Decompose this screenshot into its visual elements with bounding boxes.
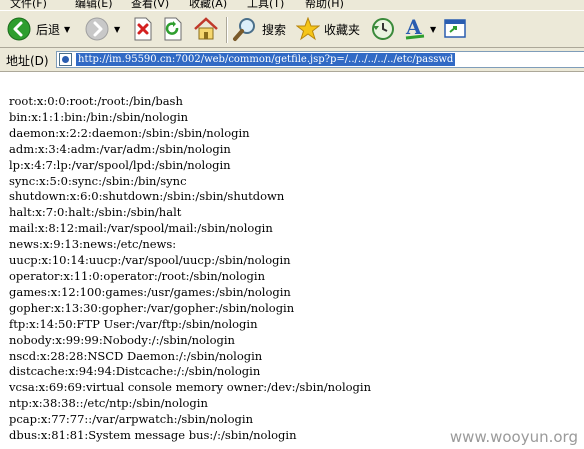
- file-line: nscd:x:28:28:NSCD Daemon:/:/sbin/nologin: [9, 348, 263, 363]
- file-line: uucp:x:10:14:uucp:/var/spool/uucp:/sbin/…: [9, 253, 291, 268]
- back-button[interactable]: 后退 ▼: [6, 15, 70, 43]
- file-line: news:x:9:13:news:/etc/news:: [9, 237, 177, 252]
- address-label: 地址(D): [6, 54, 49, 68]
- toolbar-separator: [226, 17, 227, 43]
- forward-button[interactable]: ▼: [84, 15, 120, 43]
- star-icon: [296, 17, 320, 41]
- search-button[interactable]: 搜索: [232, 15, 286, 43]
- mail-icon: A: [405, 16, 425, 40]
- address-bar: 地址(D) http://im.95590.cn:7002/web/common…: [0, 48, 584, 72]
- toolbar: 后退 ▼ ▼ 搜索 收藏夹 A ▼: [0, 10, 584, 48]
- stop-icon: [134, 17, 152, 41]
- fullscreen-button[interactable]: [443, 15, 467, 43]
- file-line: pcap:x:77:77::/var/arpwatch:/sbin/nologi…: [9, 412, 253, 427]
- address-url: http://im.95590.cn:7002/web/common/getfi…: [76, 53, 456, 66]
- back-dropdown-icon[interactable]: ▼: [64, 25, 70, 34]
- favorites-button[interactable]: 收藏夹: [296, 15, 360, 43]
- file-line: mail:x:8:12:mail:/var/spool/mail:/sbin/n…: [9, 221, 273, 236]
- menu-file[interactable]: 文件(F): [10, 0, 47, 10]
- search-label: 搜索: [262, 22, 287, 37]
- menu-bar: 文件(F) 编辑(E) 查看(V) 收藏(A) 工具(T) 帮助(H): [0, 0, 584, 10]
- menu-edit[interactable]: 编辑(E): [75, 0, 113, 10]
- address-input[interactable]: http://im.95590.cn:7002/web/common/getfi…: [56, 51, 584, 68]
- home-button[interactable]: [193, 15, 219, 43]
- page-icon: [59, 53, 72, 66]
- menu-help[interactable]: 帮助(H): [305, 0, 344, 10]
- back-arrow-icon: [7, 17, 31, 41]
- file-line: ftp:x:14:50:FTP User:/var/ftp:/sbin/nolo…: [9, 316, 258, 331]
- stop-button[interactable]: [132, 15, 154, 43]
- page-content: root:x:0:0:root:/root:/bin/bash bin:x:1:1…: [0, 72, 584, 449]
- file-line: shutdown:x:6:0:shutdown:/sbin:/sbin/shut…: [9, 189, 285, 204]
- history-icon: [372, 18, 394, 40]
- file-line: lp:x:4:7:lp:/var/spool/lpd:/sbin/nologin: [9, 157, 231, 172]
- forward-arrow-icon: [85, 17, 109, 41]
- file-line: halt:x:7:0:halt:/sbin:/sbin/halt: [9, 205, 182, 220]
- file-line: gopher:x:13:30:gopher:/var/gopher:/sbin/…: [9, 300, 295, 315]
- file-line: daemon:x:2:2:daemon:/sbin:/sbin/nologin: [9, 125, 250, 140]
- file-line: adm:x:3:4:adm:/var/adm:/sbin/nologin: [9, 141, 231, 156]
- home-icon: [194, 17, 218, 40]
- fullscreen-icon: [444, 19, 466, 38]
- file-line: vcsa:x:69:69:virtual console memory owne…: [9, 380, 371, 395]
- forward-dropdown-icon[interactable]: ▼: [114, 25, 120, 34]
- file-line: root:x:0:0:root:/root:/bin/bash: [9, 94, 183, 108]
- refresh-icon: [164, 17, 182, 41]
- file-line: games:x:12:100:games:/usr/games:/sbin/no…: [9, 284, 291, 299]
- menu-tools[interactable]: 工具(T): [247, 0, 284, 10]
- menu-view[interactable]: 查看(V): [131, 0, 169, 10]
- refresh-button[interactable]: [162, 15, 184, 43]
- passwd-file-text: root:x:0:0:root:/root:/bin/bash bin:x:1:1…: [9, 94, 371, 444]
- mail-dropdown-icon[interactable]: ▼: [430, 25, 436, 34]
- file-line: bin:x:1:1:bin:/bin:/sbin/nologin: [9, 109, 189, 124]
- history-button[interactable]: [370, 15, 396, 43]
- file-line: nobody:x:99:99:Nobody:/:/sbin/nologin: [9, 332, 235, 347]
- file-line: sync:x:5:0:sync:/sbin:/bin/sync: [9, 173, 187, 188]
- file-line: dbus:x:81:81:System message bus:/:/sbin/…: [9, 428, 297, 443]
- back-label: 后退: [36, 22, 61, 37]
- mail-button[interactable]: A ▼: [404, 15, 436, 43]
- file-line: ntp:x:38:38::/etc/ntp:/sbin/nologin: [9, 396, 208, 411]
- file-line: operator:x:11:0:operator:/root:/sbin/nol…: [9, 268, 265, 283]
- file-line: distcache:x:94:94:Distcache:/:/sbin/nolo…: [9, 364, 261, 379]
- favorites-label: 收藏夹: [324, 22, 361, 37]
- menu-favorites[interactable]: 收藏(A): [189, 0, 227, 10]
- watermark: www.wooyun.org: [449, 428, 578, 446]
- search-icon: [233, 18, 255, 41]
